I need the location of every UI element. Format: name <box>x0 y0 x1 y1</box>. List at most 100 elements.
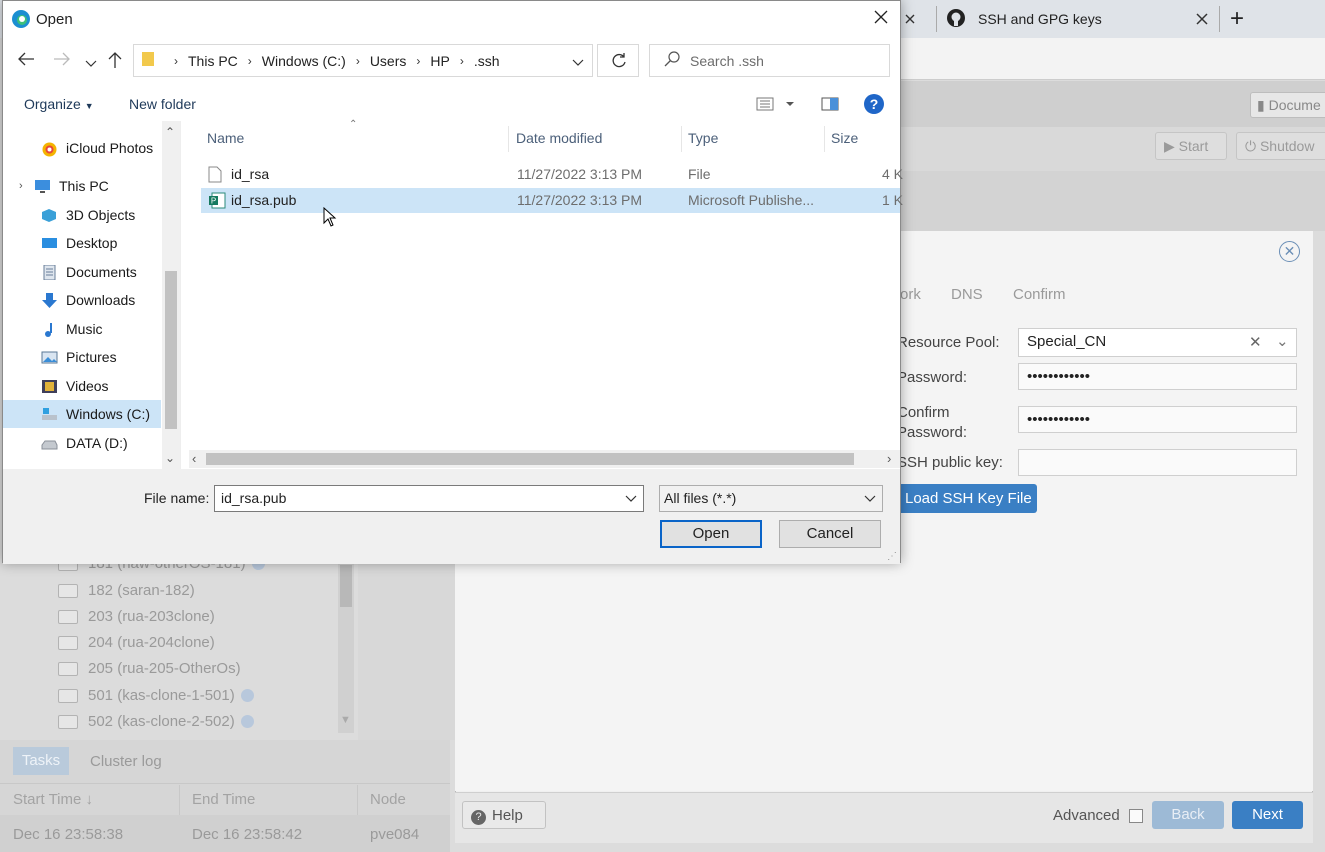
confirm-password-field[interactable]: •••••••••••• <box>1018 406 1297 433</box>
nav-item-desktop[interactable]: Desktop <box>3 229 161 257</box>
breadcrumb-separator-icon[interactable]: › <box>356 54 360 68</box>
chevron-down-icon[interactable] <box>625 490 637 506</box>
up-arrow-icon[interactable] <box>107 51 123 74</box>
back-arrow-icon[interactable] <box>17 51 35 72</box>
scroll-up-icon[interactable]: ⌃ <box>165 125 175 139</box>
ssh-key-field[interactable] <box>1018 449 1297 476</box>
back-button[interactable]: Back <box>1152 801 1224 829</box>
nav-item-windows-c[interactable]: Windows (C:) <box>3 400 161 428</box>
tree-item-vm[interactable]: 501 (kas-clone-1-501) <box>58 687 254 704</box>
expand-chevron-icon[interactable]: › <box>19 180 23 192</box>
column-node[interactable]: Node <box>370 791 406 808</box>
column-start-time[interactable]: Start Time ↓ <box>13 791 93 808</box>
nav-item-icloud-photos[interactable]: iCloud Photos <box>3 134 161 162</box>
clear-icon[interactable]: ✕ <box>1249 333 1262 351</box>
wizard-close-icon[interactable]: ✕ <box>1279 241 1300 262</box>
nav-item-3d-objects[interactable]: 3D Objects <box>3 201 161 229</box>
column-date-modified[interactable]: Date modified <box>510 126 682 152</box>
close-icon[interactable] <box>873 9 889 30</box>
resize-grip-icon[interactable]: ⋰ <box>887 551 897 562</box>
scrollbar-thumb[interactable] <box>340 565 352 607</box>
address-bar[interactable]: › This PC › Windows (C:) › Users › HP › .ssh <box>133 44 593 77</box>
scroll-down-icon[interactable]: ⌄ <box>165 451 175 465</box>
breadcrumb-separator-icon[interactable]: › <box>174 54 178 68</box>
vm-icon <box>58 688 78 703</box>
scrollbar-thumb[interactable] <box>206 453 854 465</box>
documentation-button[interactable]: ▮ Docume <box>1250 92 1325 118</box>
nav-item-data-d[interactable]: DATA (D:) <box>3 429 161 457</box>
cancel-button[interactable]: Cancel <box>779 520 881 548</box>
tab-ssh-gpg-keys[interactable]: SSH and GPG keys <box>946 0 1216 38</box>
tab-network[interactable]: ork <box>900 286 921 303</box>
breadcrumb-item[interactable]: Windows (C:) <box>262 53 346 69</box>
advanced-checkbox[interactable] <box>1129 809 1143 823</box>
search-input[interactable]: Search .ssh <box>649 44 890 77</box>
chevron-down-icon[interactable]: ⌄ <box>1276 332 1289 350</box>
nav-item-downloads[interactable]: Downloads <box>3 286 161 314</box>
file-row[interactable]: Pid_rsa.pub 11/27/2022 3:13 PM Microsoft P… <box>201 188 903 213</box>
nav-item-label: This PC <box>59 178 109 194</box>
tab-cluster-log[interactable]: Cluster log <box>90 753 162 770</box>
tree-item-vm[interactable]: 205 (rua-205-OtherOs) <box>58 660 241 677</box>
scrollbar-thumb[interactable] <box>165 271 177 429</box>
tab-dns[interactable]: DNS <box>951 286 983 303</box>
breadcrumb-item[interactable]: Users <box>370 53 407 69</box>
scroll-down-icon[interactable]: ▼ <box>340 714 351 726</box>
scroll-right-icon[interactable]: › <box>887 451 891 466</box>
browser-address-bar[interactable] <box>900 38 1325 80</box>
file-row[interactable]: id_rsa 11/27/2022 3:13 PM File 4 K <box>201 162 903 187</box>
recent-chevron-icon[interactable] <box>85 55 97 73</box>
breadcrumb-separator-icon[interactable]: › <box>460 54 464 68</box>
column-end-time[interactable]: End Time <box>192 791 255 808</box>
breadcrumb-item[interactable]: HP <box>430 53 449 69</box>
new-tab-button[interactable]: + <box>1230 0 1254 38</box>
password-field[interactable]: •••••••••••• <box>1018 363 1297 390</box>
nav-item-pictures[interactable]: Pictures <box>3 343 161 371</box>
tree-item-vm[interactable]: 203 (rua-203clone) <box>58 608 215 625</box>
breadcrumb-separator-icon[interactable]: › <box>248 54 252 68</box>
nav-item-documents[interactable]: Documents <box>3 258 161 286</box>
file-name-input[interactable]: id_rsa.pub <box>214 485 644 512</box>
tab-close-icon[interactable] <box>903 0 933 38</box>
videos-icon <box>41 379 58 394</box>
preview-pane-icon[interactable] <box>821 97 839 116</box>
help-button[interactable]: ? Help <box>462 801 546 829</box>
column-name[interactable]: Name <box>201 126 509 152</box>
nav-item-this-pc[interactable]: › This PC <box>3 172 161 200</box>
file-date-cell: 11/27/2022 3:13 PM <box>517 166 643 182</box>
tab-confirm[interactable]: Confirm <box>1013 286 1066 303</box>
file-name-label: File name: <box>144 490 210 506</box>
breadcrumb-separator-icon[interactable]: › <box>416 54 420 68</box>
address-dropdown-icon[interactable] <box>572 54 584 70</box>
column-size[interactable]: Size <box>825 126 900 152</box>
nav-scrollbar[interactable]: ⌃ ⌄ <box>162 121 180 469</box>
vm-icon <box>58 583 78 598</box>
horizontal-scrollbar[interactable]: ‹ › <box>189 450 900 468</box>
nav-item-videos[interactable]: Videos <box>3 372 161 400</box>
start-button[interactable]: ▶ Start <box>1155 132 1227 160</box>
tab-tasks[interactable]: Tasks <box>13 747 69 775</box>
help-icon[interactable]: ? <box>863 93 885 120</box>
refresh-button[interactable] <box>597 44 639 77</box>
tree-item-vm[interactable]: 502 (kas-clone-2-502) <box>58 713 254 730</box>
view-options-icon[interactable] <box>756 97 796 116</box>
scroll-left-icon[interactable]: ‹ <box>192 451 196 466</box>
breadcrumb-item[interactable]: This PC <box>188 53 238 69</box>
next-button[interactable]: Next <box>1232 801 1303 829</box>
column-type[interactable]: Type <box>682 126 825 152</box>
new-folder-button[interactable]: New folder <box>129 96 196 112</box>
tree-item-vm[interactable]: 182 (saran-182) <box>58 582 195 599</box>
tree-scrollbar[interactable] <box>338 563 354 733</box>
nav-item-music[interactable]: Music <box>3 315 161 343</box>
tree-item-vm[interactable]: 204 (rua-204clone) <box>58 634 215 651</box>
load-ssh-key-button[interactable]: Load SSH Key File <box>897 484 1037 513</box>
resource-pool-select[interactable]: Special_CN ✕ ⌄ <box>1018 328 1297 357</box>
shutdown-button[interactable]: ⏻ Shutdow <box>1236 132 1325 160</box>
breadcrumb-item[interactable]: .ssh <box>474 53 500 69</box>
tab-close-icon[interactable] <box>1195 12 1209 29</box>
organize-button[interactable]: Organize ▼ <box>24 96 94 112</box>
open-button[interactable]: Open <box>660 520 762 548</box>
file-type-select[interactable]: All files (*.*) <box>659 485 883 512</box>
forward-arrow-icon[interactable] <box>53 51 71 72</box>
tree-item-label: 205 (rua-205-OtherOs) <box>88 660 241 677</box>
